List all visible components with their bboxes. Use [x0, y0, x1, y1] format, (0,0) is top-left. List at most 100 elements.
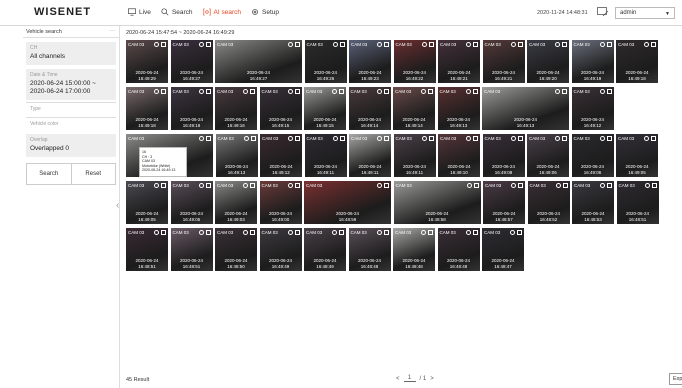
result-thumbnail[interactable]: CAM 03 2020-06-24 16:49:21 [438, 40, 480, 83]
playback-icon[interactable] [198, 183, 204, 188]
collapse-panel-icon[interactable]: ‹ [116, 200, 119, 211]
bookmark-icon[interactable] [517, 230, 522, 235]
nav-ai-search[interactable]: AI search [203, 8, 241, 16]
bookmark-icon[interactable] [161, 89, 166, 94]
playback-icon[interactable] [466, 136, 471, 141]
result-thumbnail[interactable]: CAM 03 2020-06-24 16:49:19 [571, 40, 614, 83]
playback-icon[interactable] [421, 42, 427, 47]
playback-icon[interactable] [243, 230, 248, 235]
bookmark-icon[interactable] [384, 136, 389, 141]
nav-live[interactable]: Live [128, 8, 151, 16]
playback-icon[interactable] [332, 42, 338, 47]
playback-icon[interactable] [377, 136, 382, 141]
date-time-field[interactable]: Date & Time 2020-06-24 15:00:00 ~ 2020-0… [26, 69, 116, 100]
playback-icon[interactable] [510, 136, 516, 141]
result-thumbnail[interactable]: CAM 03 2020-06-24 16:49:05 [170, 181, 213, 224]
result-thumbnail[interactable]: CAM 03 2020-06-24 16:49:14 [348, 87, 391, 130]
bookmark-icon[interactable] [295, 42, 300, 47]
result-thumbnail[interactable]: CAM 03 2020-06-24 16:48:51 [126, 228, 168, 271]
bookmark-icon[interactable] [339, 136, 345, 141]
playback-icon[interactable] [243, 89, 248, 94]
playback-icon[interactable] [644, 183, 650, 188]
prev-page-button[interactable]: < [396, 376, 400, 382]
playback-icon[interactable] [287, 183, 293, 188]
playback-icon[interactable] [154, 230, 159, 235]
bookmark-icon[interactable] [473, 42, 478, 47]
playback-icon[interactable] [644, 136, 649, 141]
bookmark-icon[interactable] [562, 183, 568, 188]
result-thumbnail[interactable]: CAM 03 2020-06-24 16:48:47 [482, 228, 524, 271]
playback-icon[interactable] [287, 230, 293, 235]
result-thumbnail[interactable]: CAM 03 2020-06-2416:49:13 [482, 87, 569, 130]
playback-icon[interactable] [421, 136, 427, 141]
bookmark-icon[interactable] [294, 89, 300, 94]
playback-icon[interactable] [287, 89, 293, 94]
nav-search[interactable]: Search [161, 8, 193, 16]
result-thumbnail[interactable]: CAM 03 2020-06-24 16:49:05 [126, 181, 168, 224]
bookmark-icon[interactable] [606, 42, 612, 47]
bookmark-icon[interactable] [473, 183, 479, 188]
playback-icon[interactable] [511, 183, 516, 188]
result-thumbnail[interactable]: CAM 03 2020-06-24 16:48:48 [393, 228, 435, 271]
bookmark-icon[interactable] [384, 42, 389, 47]
bookmark-icon[interactable] [428, 136, 434, 141]
playback-icon[interactable] [154, 183, 159, 188]
more-options-icon[interactable]: ··· [109, 28, 115, 34]
result-thumbnail[interactable]: CAM 03 2020-06-24 16:49:12 [571, 87, 614, 130]
vehicle-color-field[interactable]: Vehicle color [26, 117, 116, 130]
playback-icon[interactable] [377, 183, 382, 188]
bookmark-icon[interactable] [562, 42, 567, 47]
result-thumbnail[interactable]: CAM 03 2020-06-24 16:49:22 [393, 40, 436, 83]
bookmark-icon[interactable] [250, 89, 255, 94]
result-thumbnail[interactable]: CAM 03 2020-06-24 16:48:48 [437, 228, 480, 271]
result-thumbnail[interactable]: CAM 03 2020-06-24 16:48:49 [304, 228, 346, 271]
bookmark-icon[interactable] [294, 230, 300, 235]
playback-icon[interactable] [421, 230, 426, 235]
playback-icon[interactable] [599, 136, 605, 141]
playback-icon[interactable] [599, 89, 605, 94]
bookmark-icon[interactable] [161, 183, 166, 188]
bookmark-icon[interactable] [295, 136, 300, 141]
bookmark-icon[interactable] [472, 230, 478, 235]
result-thumbnail[interactable]: CAM 03 2020-06-24 16:48:50 [215, 228, 257, 271]
playback-icon[interactable] [199, 136, 204, 141]
bookmark-icon[interactable] [428, 42, 434, 47]
playback-icon[interactable] [332, 89, 337, 94]
result-thumbnail[interactable]: CAM 03 2020-06-24 16:48:51 [170, 228, 213, 271]
playback-icon[interactable] [465, 89, 471, 94]
result-thumbnail[interactable]: CAM 03 2020-06-24 16:49:11 [304, 134, 347, 177]
type-field[interactable]: Type [26, 102, 116, 115]
bookmark-icon[interactable] [651, 42, 656, 47]
playback-icon[interactable] [465, 230, 471, 235]
bookmark-icon[interactable] [428, 89, 433, 94]
result-thumbnail[interactable]: CAM 03 2020-06-24 16:49:20 [527, 40, 569, 83]
bookmark-icon[interactable] [161, 230, 166, 235]
playback-icon[interactable] [377, 42, 382, 47]
result-thumbnail[interactable]: CAM 03 2020-06-24 16:49:18 [616, 40, 658, 83]
bookmark-icon[interactable] [607, 183, 612, 188]
result-thumbnail[interactable]: CAM 03 2020-06-24 16:48:53 [572, 181, 614, 224]
result-thumbnail[interactable]: CAM 03 2020-06-24 16:49:05 [616, 134, 658, 177]
bookmark-icon[interactable] [205, 230, 211, 235]
bookmark-icon[interactable] [383, 230, 389, 235]
bookmark-icon[interactable] [339, 42, 345, 47]
bookmark-icon[interactable] [651, 183, 657, 188]
bookmark-icon[interactable] [518, 183, 523, 188]
result-thumbnail[interactable]: CAM 03 2020-06-24 16:49:16 [215, 87, 257, 130]
result-thumbnail[interactable]: CAM 03 2020-06-24 16:49:11 [349, 134, 391, 177]
bookmark-icon[interactable] [205, 89, 211, 94]
result-thumbnail[interactable]: CAM 03 2020-06-24 16:49:03 [215, 181, 257, 224]
result-thumbnail[interactable]: CAM 03 2020-06-24 16:49:10 [438, 134, 480, 177]
playback-icon[interactable] [332, 136, 338, 141]
playback-icon[interactable] [198, 230, 204, 235]
bookmark-icon[interactable] [250, 183, 255, 188]
playback-icon[interactable] [154, 42, 159, 47]
playback-icon[interactable] [421, 89, 426, 94]
playback-icon[interactable] [510, 42, 516, 47]
result-thumbnail[interactable]: CAM 03 2020-06-24 16:49:23 [349, 40, 391, 83]
result-thumbnail[interactable]: CAM 03 2020-06-24 16:48:59 [304, 181, 391, 224]
bookmark-icon[interactable] [339, 89, 344, 94]
bookmark-icon[interactable] [384, 183, 389, 188]
page-number-input[interactable]: 1 [403, 375, 416, 382]
result-thumbnail[interactable]: CAM 03 2020-06-24 16:49:15 [259, 87, 302, 130]
